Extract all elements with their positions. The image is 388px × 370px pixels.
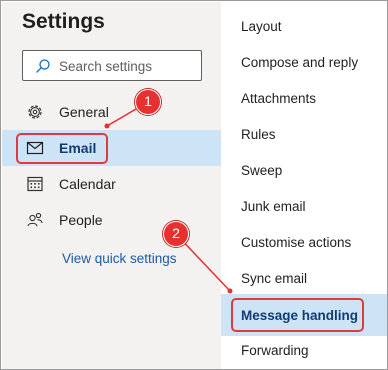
highlight-box: [16, 133, 108, 164]
submenu-item-sync-email[interactable]: Sync email: [221, 261, 387, 297]
callout-badge-1: 1: [135, 89, 161, 115]
calendar-icon: [27, 176, 43, 192]
callout-badge-2: 2: [163, 221, 189, 247]
people-icon: [27, 212, 43, 227]
search-box[interactable]: [22, 50, 202, 81]
submenu-item-sweep[interactable]: Sweep: [221, 153, 387, 189]
submenu-item-compose-and-reply[interactable]: Compose and reply: [221, 45, 387, 81]
submenu-item-label: Compose and reply: [241, 55, 359, 70]
highlight-box: [231, 298, 364, 332]
submenu-item-label: Forwarding: [241, 343, 309, 358]
email-settings-submenu: Layout Compose and reply Attachments Rul…: [221, 2, 387, 369]
settings-category-pane: Settings General Email: [2, 2, 221, 369]
nav-item-label: Calendar: [59, 176, 116, 192]
submenu-item-label: Layout: [241, 19, 282, 34]
nav-item-email[interactable]: Email: [2, 130, 221, 166]
submenu-item-junk-email[interactable]: Junk email: [221, 189, 387, 225]
gear-icon: [28, 105, 42, 119]
submenu-item-message-handling[interactable]: Message handling: [221, 294, 387, 336]
submenu-item-label: Junk email: [241, 199, 306, 214]
submenu-item-label: Attachments: [241, 91, 317, 106]
search-icon: [36, 59, 50, 73]
submenu-item-rules[interactable]: Rules: [221, 117, 387, 153]
search-input[interactable]: [59, 56, 197, 76]
settings-title: Settings: [22, 10, 105, 33]
view-quick-settings-link[interactable]: View quick settings: [62, 251, 177, 266]
submenu-item-label: Sync email: [241, 271, 308, 286]
submenu-item-attachments[interactable]: Attachments: [221, 81, 387, 117]
submenu-item-customise-actions[interactable]: Customise actions: [221, 225, 387, 261]
nav-item-general[interactable]: General: [2, 94, 221, 130]
submenu-item-label: Customise actions: [241, 235, 352, 250]
settings-dialog: Settings General Email: [0, 0, 388, 370]
nav-item-label: People: [59, 212, 103, 228]
submenu-item-forwarding[interactable]: Forwarding: [221, 333, 387, 369]
submenu-item-label: Sweep: [241, 163, 283, 178]
nav-item-label: General: [59, 104, 109, 120]
nav-item-calendar[interactable]: Calendar: [2, 166, 221, 202]
submenu-item-label: Rules: [241, 127, 276, 142]
submenu-item-layout[interactable]: Layout: [221, 9, 387, 45]
